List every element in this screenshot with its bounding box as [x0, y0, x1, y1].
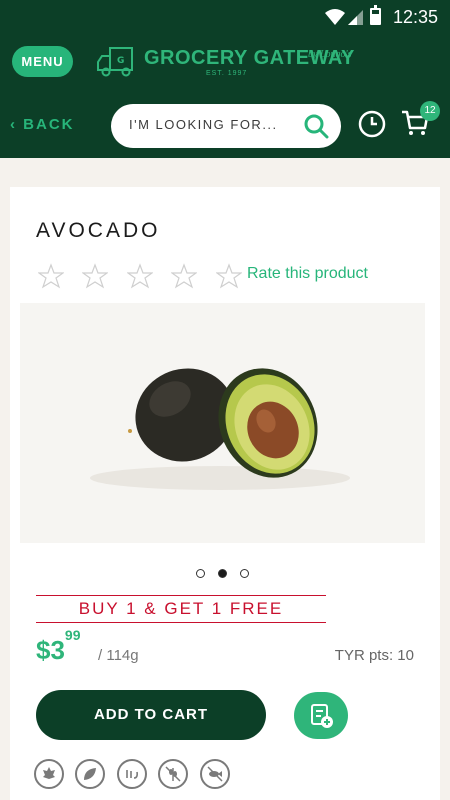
search-placeholder: I'M LOOKING FOR...: [129, 117, 278, 132]
gluten-free-icon: [158, 759, 189, 789]
wifi-icon: [324, 8, 346, 31]
signal-icon: [348, 8, 364, 31]
search-icon[interactable]: [303, 113, 329, 144]
reward-points: TYR pts: 10: [334, 647, 414, 664]
logo[interactable]: G GROCERY GATEWAY EST. 1997 by Longo's: [96, 44, 358, 84]
add-to-cart-button[interactable]: ADD TO CART: [36, 690, 266, 740]
cart-count-badge: 12: [420, 101, 440, 121]
star-icon[interactable]: [214, 263, 243, 294]
battery-icon: [370, 5, 381, 25]
avocado-image: [90, 368, 350, 490]
carousel-dot-active[interactable]: [218, 569, 227, 578]
star-icon[interactable]: [81, 263, 110, 294]
carousel-dot[interactable]: [240, 569, 249, 578]
unit-size: / 114g: [98, 647, 139, 664]
star-icon[interactable]: [170, 263, 199, 294]
clock: 12:35: [392, 7, 438, 27]
back-button[interactable]: ‹ BACK: [10, 116, 75, 133]
carousel-indicator[interactable]: [196, 565, 262, 583]
canadian-icon: [34, 759, 64, 789]
price-cents: 99: [64, 627, 81, 644]
chevron-left-icon: ‹: [10, 116, 17, 133]
back-label: BACK: [23, 116, 75, 133]
vegetarian-icon: [75, 759, 106, 789]
truck-icon: G: [97, 47, 133, 77]
menu-button[interactable]: MENU: [12, 46, 73, 77]
dietary-badges: [34, 759, 237, 794]
star-icon[interactable]: [37, 263, 65, 294]
product-card: AVOCADO Rate this product BUY 1 & GET 1 …: [10, 187, 440, 800]
search-input[interactable]: I'M LOOKING FOR...: [111, 104, 341, 148]
product-title: AVOCADO: [36, 219, 161, 242]
svg-text:G: G: [117, 56, 124, 66]
carousel-dot[interactable]: [196, 569, 205, 578]
rate-product-link[interactable]: Rate this product: [247, 265, 368, 283]
add-to-list-button[interactable]: [294, 692, 348, 739]
app-header: MENU G GROCERY GATEWAY EST. 1997 by Long…: [0, 34, 450, 94]
logo-by: by Longo's: [308, 49, 352, 60]
logo-est: EST. 1997: [206, 70, 248, 77]
history-icon[interactable]: [358, 110, 386, 143]
price-dollars: $3: [36, 635, 65, 665]
search-bar: ‹ BACK I'M LOOKING FOR... 12: [0, 94, 450, 158]
status-bar: 12:35: [0, 0, 450, 34]
star-icon[interactable]: [126, 263, 154, 294]
no-fish-icon: [199, 759, 230, 789]
halal-icon: [116, 759, 147, 789]
rating-stars[interactable]: [37, 263, 256, 294]
add-to-list-icon: [311, 704, 333, 728]
price: $399: [36, 627, 81, 666]
product-image[interactable]: [20, 303, 425, 543]
promo-banner: BUY 1 & GET 1 FREE: [36, 595, 326, 623]
